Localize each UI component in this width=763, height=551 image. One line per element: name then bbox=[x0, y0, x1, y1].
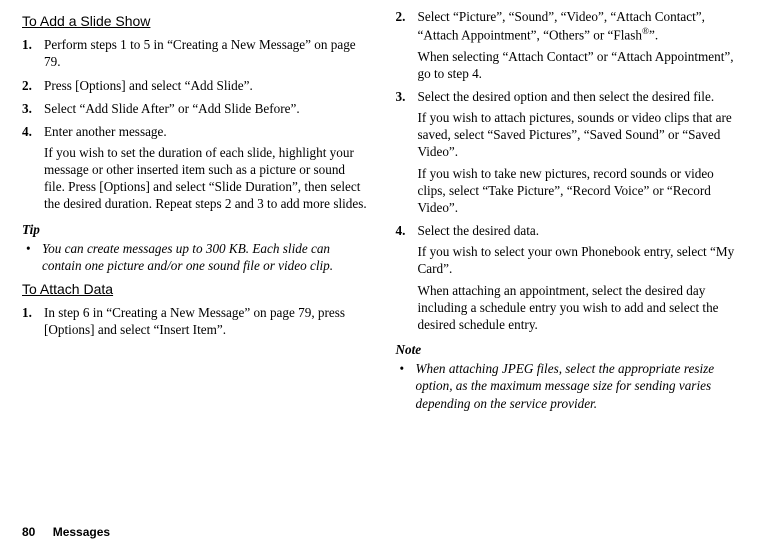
steps-add-slide: 1. Perform steps 1 to 5 in “Creating a N… bbox=[22, 36, 368, 212]
step-extra: If you wish to select your own Phonebook… bbox=[418, 243, 742, 277]
step-number: 3. bbox=[22, 100, 32, 117]
step-extra: If you wish to take new pictures, record… bbox=[418, 165, 742, 216]
step-item: 2. Press [Options] and select “Add Slide… bbox=[22, 77, 368, 94]
step-item: 2. Select “Picture”, “Sound”, “Video”, “… bbox=[396, 8, 742, 82]
step-text: Select “Add Slide After” or “Add Slide B… bbox=[44, 100, 368, 117]
steps-attach-data-part2: 2. Select “Picture”, “Sound”, “Video”, “… bbox=[396, 8, 742, 333]
heading-attach-data: To Attach Data bbox=[22, 280, 368, 298]
tip-list: You can create messages up to 300 KB. Ea… bbox=[22, 240, 368, 274]
step-text: In step 6 in “Creating a New Message” on… bbox=[44, 304, 368, 338]
step-number: 3. bbox=[396, 88, 406, 105]
page-number: 80 bbox=[22, 525, 35, 539]
step-text-pre: Select “Picture”, “Sound”, “Video”, “Att… bbox=[418, 9, 705, 43]
chapter-title: Messages bbox=[53, 525, 110, 539]
step-extra: When selecting “Attach Contact” or “Atta… bbox=[418, 48, 742, 82]
step-item: 3. Select the desired option and then se… bbox=[396, 88, 742, 216]
step-item: 3. Select “Add Slide After” or “Add Slid… bbox=[22, 100, 368, 117]
step-number: 1. bbox=[22, 304, 32, 321]
tip-item: You can create messages up to 300 KB. Ea… bbox=[22, 240, 368, 274]
step-extra: If you wish to attach pictures, sounds o… bbox=[418, 109, 742, 160]
step-number: 4. bbox=[22, 123, 32, 140]
page-body: To Add a Slide Show 1. Perform steps 1 t… bbox=[0, 0, 763, 488]
step-text: Enter another message. bbox=[44, 123, 368, 140]
heading-add-slide-show: To Add a Slide Show bbox=[22, 12, 368, 30]
step-text: Perform steps 1 to 5 in “Creating a New … bbox=[44, 36, 368, 70]
step-number: 4. bbox=[396, 222, 406, 239]
step-text: Select “Picture”, “Sound”, “Video”, “Att… bbox=[418, 8, 742, 44]
step-text-post: ”. bbox=[649, 28, 658, 43]
note-label: Note bbox=[396, 341, 742, 358]
step-text: Select the desired data. bbox=[418, 222, 742, 239]
step-item: 1. Perform steps 1 to 5 in “Creating a N… bbox=[22, 36, 368, 70]
note-list: When attaching JPEG files, select the ap… bbox=[396, 360, 742, 411]
step-text: Select the desired option and then selec… bbox=[418, 88, 742, 105]
note-item: When attaching JPEG files, select the ap… bbox=[396, 360, 742, 411]
registered-icon: ® bbox=[642, 26, 649, 36]
step-item: 4. Enter another message. If you wish to… bbox=[22, 123, 368, 213]
step-number: 2. bbox=[396, 8, 406, 25]
step-number: 1. bbox=[22, 36, 32, 53]
tip-label: Tip bbox=[22, 221, 368, 238]
step-item: 4. Select the desired data. If you wish … bbox=[396, 222, 742, 333]
step-text: Press [Options] and select “Add Slide”. bbox=[44, 77, 368, 94]
step-extra: If you wish to set the duration of each … bbox=[44, 144, 368, 213]
step-number: 2. bbox=[22, 77, 32, 94]
page-footer: 80 Messages bbox=[22, 525, 110, 541]
step-item: 1. In step 6 in “Creating a New Message”… bbox=[22, 304, 368, 338]
steps-attach-data-part1: 1. In step 6 in “Creating a New Message”… bbox=[22, 304, 368, 338]
step-extra: When attaching an appointment, select th… bbox=[418, 282, 742, 333]
